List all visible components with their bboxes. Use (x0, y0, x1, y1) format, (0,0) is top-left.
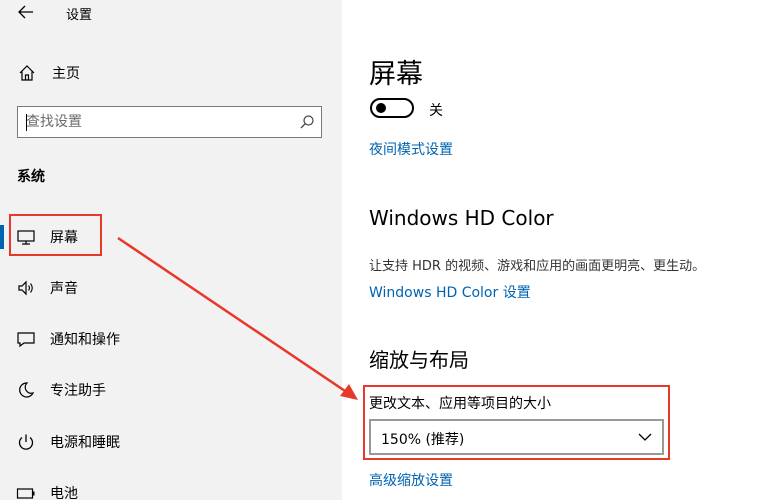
search-input[interactable] (26, 112, 286, 132)
scale-dropdown-value: 150% (推荐) (381, 432, 465, 448)
sidebar-item-power-sleep[interactable]: 电源和睡眠 (0, 428, 342, 456)
text-size-label: 更改文本、应用等项目的大小 (369, 396, 551, 412)
speaker-icon (18, 280, 33, 296)
search-icon[interactable] (299, 114, 315, 130)
advanced-scaling-link[interactable]: 高级缩放设置 (369, 470, 453, 490)
sidebar-item-label: 通知和操作 (50, 332, 120, 348)
sidebar-item-screen[interactable]: 屏幕 (0, 223, 342, 251)
home-icon (19, 65, 35, 81)
home-label: 主页 (52, 66, 80, 82)
chevron-down-icon (638, 433, 652, 441)
settings-window: 设置 主页 系统 屏幕 (0, 0, 779, 500)
sidebar-item-notifications[interactable]: 通知和操作 (0, 325, 342, 353)
sidebar-item-label: 声音 (50, 281, 78, 297)
monitor-icon (17, 230, 35, 245)
back-arrow-icon[interactable] (17, 4, 35, 20)
scale-dropdown[interactable]: 150% (推荐) (369, 419, 664, 455)
sidebar-item-battery[interactable]: 电池 (0, 479, 342, 500)
night-light-toggle[interactable] (370, 98, 414, 118)
toggle-state-label: 关 (429, 103, 443, 119)
page-title: 屏幕 (369, 59, 423, 90)
scale-layout-heading: 缩放与布局 (369, 348, 469, 372)
navigation-pane: 设置 主页 系统 屏幕 (0, 0, 342, 500)
hdr-heading: Windows HD Color (369, 206, 554, 230)
title-bar: 设置 (0, 0, 342, 26)
sidebar-item-sound[interactable]: 声音 (0, 274, 342, 302)
home-link[interactable]: 主页 (16, 62, 216, 84)
hdr-settings-link[interactable]: Windows HD Color 设置 (369, 282, 531, 302)
text-caret (26, 114, 27, 131)
toggle-knob (376, 103, 386, 113)
notification-icon (17, 332, 35, 348)
hdr-description: 让支持 HDR 的视频、游戏和应用的画面更明亮、更生动。 (369, 259, 706, 274)
sidebar-item-label: 屏幕 (50, 230, 78, 246)
content-pane: 屏幕 关 夜间模式设置 Windows HD Color 让支持 HDR 的视频… (342, 0, 779, 500)
power-icon (18, 434, 34, 450)
section-label-system: 系统 (17, 169, 45, 185)
moon-icon (19, 382, 35, 398)
sidebar-item-label: 电池 (50, 486, 78, 500)
selected-indicator (0, 225, 4, 249)
night-light-settings-link[interactable]: 夜间模式设置 (369, 139, 453, 159)
search-box[interactable] (17, 106, 322, 138)
window-title: 设置 (66, 8, 93, 23)
sidebar-item-label: 电源和睡眠 (50, 435, 120, 451)
sidebar-item-focus-assist[interactable]: 专注助手 (0, 376, 342, 404)
sidebar-item-label: 专注助手 (50, 383, 106, 399)
battery-icon (16, 488, 35, 499)
